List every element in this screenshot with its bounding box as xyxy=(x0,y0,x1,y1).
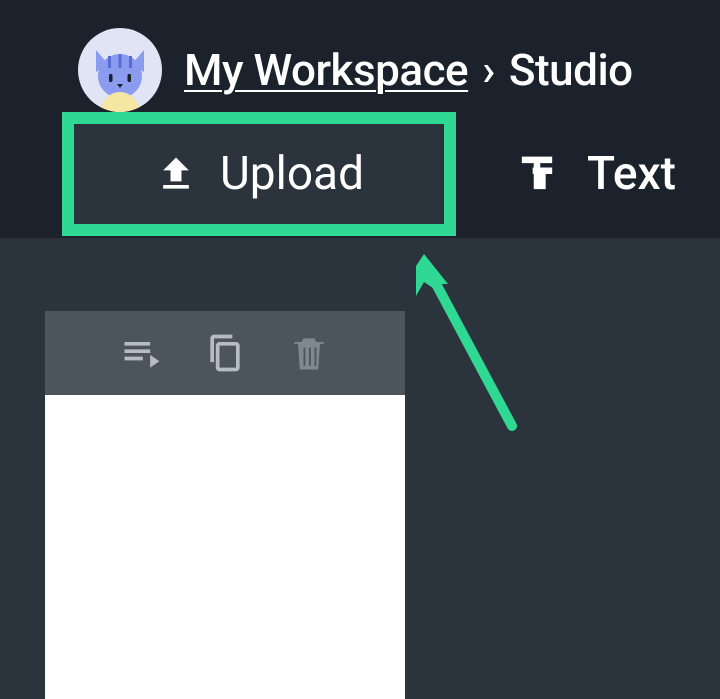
tab-text[interactable]: Text xyxy=(511,147,676,201)
content-card xyxy=(45,311,405,699)
tab-upload[interactable]: Upload xyxy=(74,124,444,224)
breadcrumb-text: My Workspace › Studio xyxy=(184,44,633,96)
playlist-play-button[interactable] xyxy=(119,331,163,375)
copy-button[interactable] xyxy=(203,331,247,375)
playlist-play-icon xyxy=(119,331,163,375)
card-toolbar xyxy=(45,311,405,395)
card-body xyxy=(45,395,405,699)
cat-avatar-icon xyxy=(90,42,150,112)
breadcrumb: My Workspace › Studio xyxy=(78,28,633,112)
upload-tab-highlight: Upload xyxy=(62,112,456,236)
breadcrumb-workspace-link[interactable]: My Workspace xyxy=(184,44,468,96)
breadcrumb-separator: › xyxy=(482,44,495,96)
tab-upload-label: Upload xyxy=(220,147,364,201)
tab-text-label: Text xyxy=(587,147,676,201)
breadcrumb-current: Studio xyxy=(509,44,633,96)
avatar[interactable] xyxy=(78,28,162,112)
tabs: Upload Text xyxy=(62,112,676,236)
trash-icon xyxy=(287,331,331,375)
copy-icon xyxy=(203,331,247,375)
delete-button[interactable] xyxy=(287,331,331,375)
header-bar: My Workspace › Studio Upload Text xyxy=(0,0,720,238)
upload-icon xyxy=(154,152,198,196)
text-format-icon xyxy=(511,148,563,200)
